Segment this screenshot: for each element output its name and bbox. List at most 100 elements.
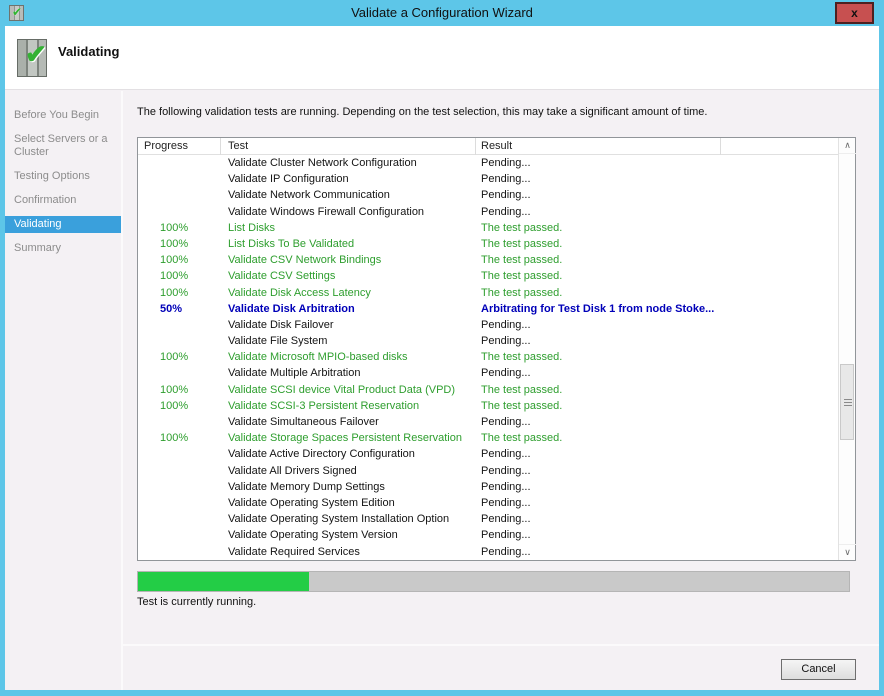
close-button[interactable]: x	[835, 2, 874, 24]
table-row[interactable]: Validate Memory Dump Settings Pending...	[138, 479, 839, 495]
progress-cell: 100%	[160, 270, 189, 283]
test-cell: Validate Operating System Version	[228, 529, 398, 542]
progress-bar-fill	[138, 572, 309, 591]
progress-cell	[138, 463, 221, 479]
result-cell: Pending...	[481, 157, 531, 169]
progress-cell: 50%	[160, 302, 183, 315]
sidebar-item-before-you-begin: Before You Begin	[14, 109, 100, 121]
progress-cell	[138, 511, 221, 527]
title-bar: ✔ Validate a Configuration Wizard x	[0, 0, 884, 26]
progress-cell: 100%	[160, 286, 189, 299]
table-row[interactable]: Validate Active Directory Configuration P…	[138, 446, 839, 462]
scroll-up-icon[interactable]: ∧	[839, 138, 856, 154]
sidebar-item-summary: Summary	[14, 242, 62, 254]
result-cell: Pending...	[481, 448, 531, 461]
table-row[interactable]: Validate Operating System Installation O…	[138, 511, 839, 527]
test-cell: Validate Active Directory Configuration	[228, 448, 415, 461]
table-row[interactable]: Validate Required Services Pending...	[138, 544, 839, 560]
table-row[interactable]: Validate IP Configuration Pending...	[138, 171, 839, 187]
progress-cell: 100%	[160, 237, 189, 250]
test-table-body: Validate Cluster Network Configuration Pe…	[138, 155, 839, 560]
table-row[interactable]: Validate Multiple Arbitration Pending...	[138, 365, 839, 381]
test-cell: Validate Cluster Network Configuration	[228, 157, 417, 169]
cancel-button[interactable]: Cancel	[781, 659, 856, 680]
result-cell: The test passed.	[481, 432, 563, 445]
result-cell: The test passed.	[481, 254, 563, 267]
test-cell: Validate Disk Arbitration	[228, 302, 355, 315]
result-cell: The test passed.	[481, 399, 563, 412]
wizard-window: ✔ Validate a Configuration Wizard x ✔ Va…	[0, 0, 884, 696]
test-cell: Validate Memory Dump Settings	[228, 480, 385, 493]
column-header-result[interactable]: Result	[476, 138, 721, 155]
table-row[interactable]: 100% Validate Storage Spaces Persistent R…	[138, 430, 839, 446]
column-header-test[interactable]: Test	[221, 138, 476, 155]
table-row[interactable]: 100% List Disks The test passed.	[138, 220, 839, 236]
result-cell: Pending...	[481, 529, 531, 542]
table-header-row: Progress Test Result	[138, 138, 839, 155]
progress-cell: 100%	[160, 399, 189, 412]
result-cell: The test passed.	[481, 221, 563, 234]
test-cell: Validate CSV Settings	[228, 270, 336, 283]
result-cell: The test passed.	[481, 286, 563, 299]
result-cell: The test passed.	[481, 237, 563, 250]
test-cell: List Disks To Be Validated	[228, 237, 355, 250]
result-cell: Pending...	[481, 513, 531, 526]
progress-cell: 100%	[160, 432, 189, 445]
validation-test-table: Progress Test Result Validate Cluster Ne…	[137, 137, 856, 561]
table-row[interactable]: 100% Validate SCSI device Vital Product D…	[138, 382, 839, 398]
table-row[interactable]: 50% Validate Disk Arbitration Arbitrating …	[138, 301, 839, 317]
table-row[interactable]: Validate Windows Firewall Configuration P…	[138, 204, 839, 220]
table-row[interactable]: Validate Operating System Version Pending…	[138, 527, 839, 543]
table-row[interactable]: Validate Disk Failover Pending...	[138, 317, 839, 333]
progress-cell: 100%	[160, 383, 189, 396]
table-row[interactable]: 100% Validate Microsoft MPIO-based disks T…	[138, 349, 839, 365]
table-row[interactable]: 100% Validate CSV Network Bindings The tes…	[138, 252, 839, 268]
validating-servers-icon: ✔	[15, 37, 53, 79]
table-row[interactable]: 100% List Disks To Be Validated The test p…	[138, 236, 839, 252]
scroll-down-icon[interactable]: ∨	[839, 544, 856, 560]
instruction-text: The following validation tests are runni…	[137, 106, 708, 118]
table-row[interactable]: Validate Cluster Network Configuration Pe…	[138, 155, 839, 171]
result-cell: Pending...	[481, 335, 531, 348]
progress-cell	[138, 317, 221, 333]
progress-cell	[138, 495, 221, 511]
window-title: Validate a Configuration Wizard	[351, 5, 533, 20]
sidebar-divider	[121, 91, 123, 690]
table-row[interactable]: Validate Network Communication Pending...	[138, 187, 839, 203]
test-cell: Validate Disk Access Latency	[228, 286, 371, 299]
progress-cell	[138, 365, 221, 381]
test-cell: Validate Microsoft MPIO-based disks	[228, 351, 408, 364]
table-row[interactable]: 100% Validate SCSI-3 Persistent Reservati…	[138, 398, 839, 414]
result-cell: Arbitrating for Test Disk 1 from node St…	[481, 302, 715, 315]
column-header-progress[interactable]: Progress	[138, 138, 221, 155]
table-row[interactable]: Validate File System Pending...	[138, 333, 839, 349]
wizard-header: ✔ Validating	[5, 26, 879, 90]
column-header-filler	[721, 138, 839, 155]
result-cell: The test passed.	[481, 351, 563, 364]
test-cell: Validate Disk Failover	[228, 318, 334, 331]
status-text: Test is currently running.	[137, 596, 257, 608]
table-row[interactable]: Validate All Drivers Signed Pending...	[138, 463, 839, 479]
progress-cell	[138, 527, 221, 543]
test-cell: Validate Network Communication	[228, 189, 390, 202]
table-row[interactable]: Validate Operating System Edition Pending…	[138, 495, 839, 511]
table-row[interactable]: 100% Validate CSV Settings The test passed…	[138, 268, 839, 284]
test-cell: Validate IP Configuration	[228, 173, 349, 186]
progress-cell	[138, 544, 221, 560]
test-cell: Validate Multiple Arbitration	[228, 367, 361, 380]
progress-cell	[138, 333, 221, 349]
table-row[interactable]: Validate Simultaneous Failover Pending...	[138, 414, 839, 430]
progress-cell	[138, 204, 221, 220]
test-cell: Validate Required Services	[228, 545, 360, 558]
progress-cell	[138, 187, 221, 203]
table-row[interactable]: 100% Validate Disk Access Latency The test…	[138, 285, 839, 301]
result-cell: Pending...	[481, 480, 531, 493]
progress-cell	[138, 155, 221, 171]
result-cell: Pending...	[481, 545, 531, 558]
vertical-scrollbar[interactable]: ∧ ∨	[838, 138, 856, 560]
result-cell: The test passed.	[481, 383, 563, 396]
sidebar-nav: Before You Begin Select Servers or a Clus…	[5, 91, 121, 690]
test-cell: Validate Operating System Edition	[228, 496, 395, 509]
scrollbar-thumb[interactable]	[840, 364, 854, 440]
sidebar-item-select-servers-or-a-cluster: Select Servers or a Cluster	[14, 133, 108, 158]
